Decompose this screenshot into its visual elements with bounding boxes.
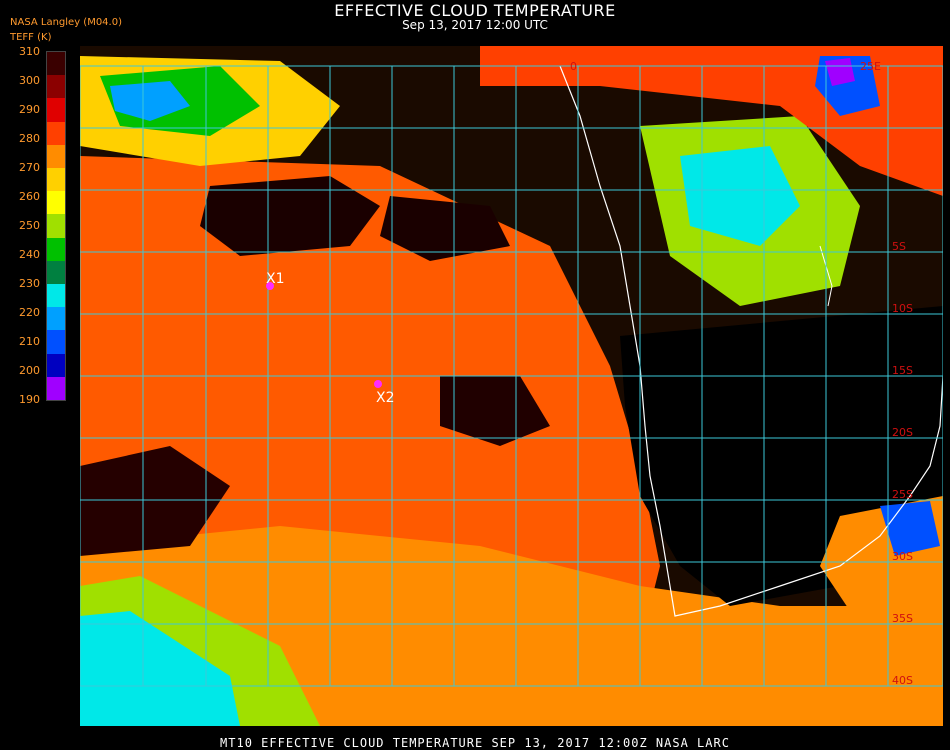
legend-tick-label: 220	[19, 306, 40, 319]
legend-swatch	[47, 191, 65, 215]
latitude-label: 5S	[892, 240, 906, 253]
legend-tick-label: 290	[19, 103, 40, 116]
legend-swatch	[47, 144, 65, 169]
legend-tick-label: 230	[19, 277, 40, 290]
legend-tick-label: 270	[19, 161, 40, 174]
marker-label: X2	[376, 390, 395, 406]
footer-caption: MT10 EFFECTIVE CLOUD TEMPERATURE SEP 13,…	[220, 736, 730, 750]
latitude-label: 10S	[892, 302, 913, 315]
legend-tick-label: 200	[19, 364, 40, 377]
legend-tick-label: 260	[19, 190, 40, 203]
latitude-label: 30S	[892, 550, 913, 563]
legend-swatch	[47, 75, 65, 99]
legend-tick-label: 210	[19, 335, 40, 348]
org-label: NASA Langley (M04.0)	[10, 17, 122, 28]
legend-swatch	[47, 168, 65, 192]
color-legend	[46, 51, 66, 401]
marker-label: X1	[266, 271, 285, 287]
latitude-label: 40S	[892, 674, 913, 687]
latitude-label: 25S	[892, 488, 913, 501]
legend-swatch	[47, 284, 65, 308]
legend-tick-label: 310	[19, 45, 40, 58]
legend-swatch	[47, 353, 65, 378]
longitude-label: 25E	[860, 60, 881, 73]
latitude-label: 15S	[892, 364, 913, 377]
legend-swatch	[47, 121, 65, 146]
legend-swatch	[47, 52, 65, 76]
legend-swatch	[47, 376, 65, 401]
unit-label: TEFF (K)	[10, 32, 52, 43]
legend-swatch	[47, 307, 65, 331]
legend-tick-label: 240	[19, 248, 40, 261]
legend-tick-label: 250	[19, 219, 40, 232]
legend-tick-label: 190	[19, 393, 40, 406]
legend-swatch	[47, 237, 65, 262]
latitude-label: 20S	[892, 426, 913, 439]
map-subtitle: Sep 13, 2017 12:00 UTC	[402, 18, 548, 32]
legend-swatch	[47, 98, 65, 123]
marker-dot[interactable]	[374, 380, 382, 388]
legend-swatch	[47, 330, 65, 355]
longitude-label: 0	[570, 60, 577, 73]
legend-swatch	[47, 260, 65, 285]
latitude-label: 35S	[892, 612, 913, 625]
legend-tick-label: 300	[19, 74, 40, 87]
legend-swatch	[47, 214, 65, 239]
map-area: 5S 10S 15S 20S 25S 30S 35S 40S 0 25E X1 X2	[80, 46, 943, 726]
satellite-map: 5S 10S 15S 20S 25S 30S 35S 40S 0 25E X1 X2	[80, 46, 943, 726]
legend-tick-label: 280	[19, 132, 40, 145]
